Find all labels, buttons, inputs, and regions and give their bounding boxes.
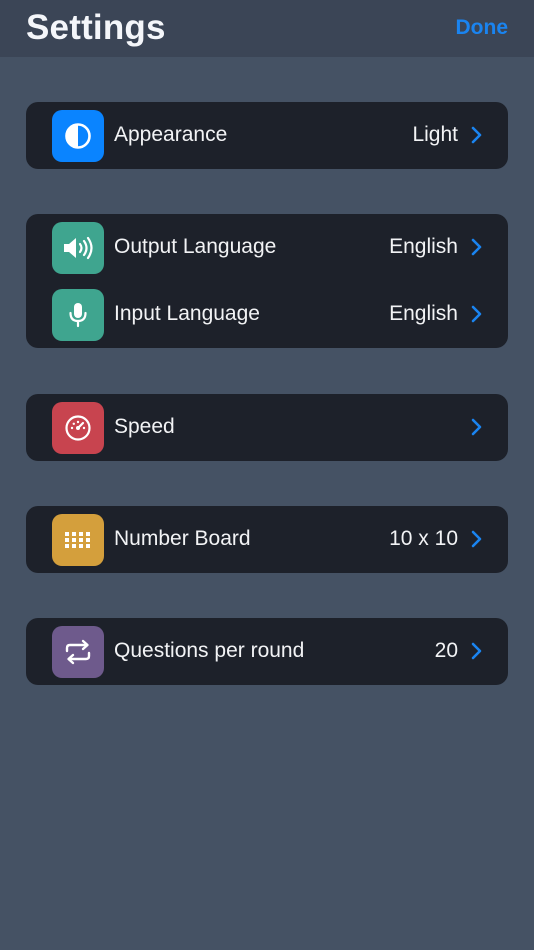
questions-per-round-row[interactable]: Questions per round 20 [26, 618, 508, 685]
output-language-value: English [389, 235, 458, 258]
speed-label: Speed [114, 415, 175, 438]
chevron-right-icon [471, 305, 482, 323]
number-board-label: Number Board [114, 527, 251, 550]
language-group: Output Language English Input Language E… [26, 214, 508, 348]
appearance-value: Light [412, 123, 458, 146]
output-language-label: Output Language [114, 235, 277, 258]
done-button[interactable]: Done [456, 16, 509, 40]
speedometer-icon [65, 415, 91, 441]
questions-per-round-value: 20 [434, 639, 458, 662]
grid-icon [65, 532, 90, 548]
navigation-bar: Settings Done [0, 0, 534, 57]
chevron-right-icon [471, 530, 482, 548]
chevron-right-icon [471, 126, 482, 144]
output-language-icon-tile [52, 222, 104, 274]
chevron-right-icon [471, 418, 482, 436]
speed-icon-tile [52, 402, 104, 454]
chevron-right-icon [471, 238, 482, 256]
appearance-label: Appearance [114, 123, 228, 146]
input-language-label: Input Language [114, 302, 260, 325]
questions-per-round-label: Questions per round [114, 639, 305, 662]
page-title: Settings [26, 8, 166, 47]
speed-row[interactable]: Speed [26, 394, 508, 461]
speed-group: Speed [26, 394, 508, 461]
output-language-row[interactable]: Output Language English [26, 214, 508, 281]
speaker-icon [64, 236, 93, 260]
number-board-row[interactable]: Number Board 10 x 10 [26, 506, 508, 573]
half-circle-icon [65, 123, 91, 149]
questions-group: Questions per round 20 [26, 618, 508, 685]
input-language-icon-tile [52, 289, 104, 341]
repeat-icon [65, 639, 91, 665]
questions-icon-tile [52, 626, 104, 678]
appearance-icon-tile [52, 110, 104, 162]
number-board-icon-tile [52, 514, 104, 566]
number-board-group: Number Board 10 x 10 [26, 506, 508, 573]
input-language-row[interactable]: Input Language English [26, 281, 508, 348]
microphone-icon [69, 303, 87, 328]
appearance-row[interactable]: Appearance Light [26, 102, 508, 169]
input-language-value: English [389, 302, 458, 325]
number-board-value: 10 x 10 [389, 527, 458, 550]
chevron-right-icon [471, 642, 482, 660]
appearance-group: Appearance Light [26, 102, 508, 169]
